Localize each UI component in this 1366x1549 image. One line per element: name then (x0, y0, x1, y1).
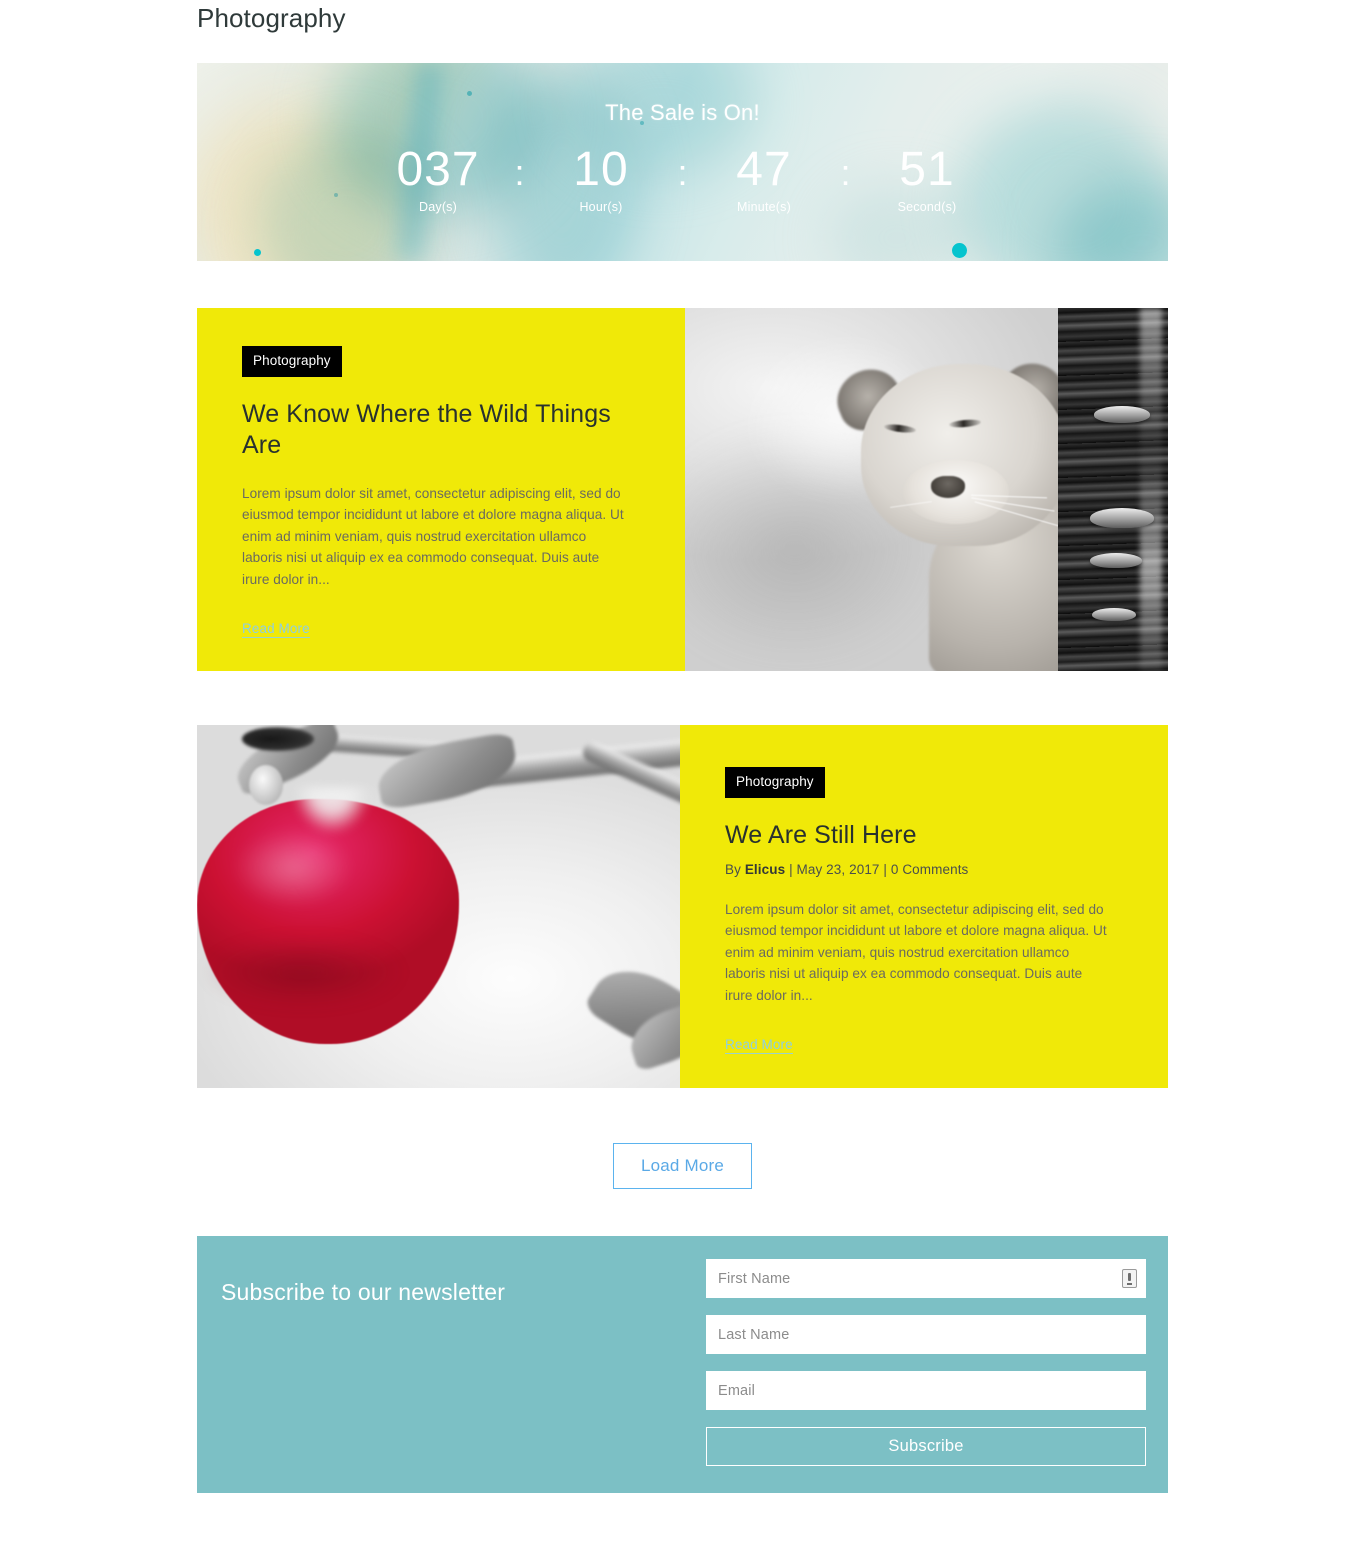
post-card[interactable]: Photography We Know Where the Wild Thing… (197, 308, 1168, 671)
post-image-lion-cub[interactable] (685, 308, 1168, 671)
post-date: May 23, 2017 (796, 861, 880, 877)
newsletter-section: Subscribe to our newsletter Subscribe (197, 1236, 1168, 1493)
email-input[interactable] (706, 1371, 1146, 1410)
countdown-days-label: Day(s) (418, 200, 457, 214)
autofill-contact-icon[interactable] (1122, 1269, 1137, 1288)
email-field (706, 1371, 1146, 1410)
tree-trunk-highlight (1140, 308, 1162, 671)
last-name-field (706, 1315, 1146, 1354)
sale-heading: The Sale is On! (605, 100, 760, 125)
newsletter-form: Subscribe (706, 1259, 1146, 1466)
countdown-minutes-value: 47 (736, 143, 792, 196)
post-title[interactable]: We Know Where the Wild Things Are (242, 399, 641, 461)
countdown-unit-seconds: 51 Second(s) (865, 143, 990, 215)
bracket-fungus (1092, 608, 1136, 621)
countdown-days-value: 037 (396, 143, 480, 196)
post-title[interactable]: We Are Still Here (725, 820, 1124, 851)
category-badge[interactable]: Photography (725, 767, 825, 798)
countdown-minutes-label: Minute(s) (737, 200, 791, 214)
post-card[interactable]: Photography We Are Still Here By Elicus … (197, 725, 1168, 1088)
countdown-seconds-label: Second(s) (897, 200, 957, 214)
post-card-text: Photography We Are Still Here By Elicus … (680, 725, 1168, 1088)
read-more-link[interactable]: Read More (242, 621, 310, 638)
post-meta-divider: | (789, 861, 793, 877)
page-title: Photography (197, 3, 346, 33)
apple-shadow (203, 937, 403, 1007)
post-comment-count[interactable]: 0 Comments (891, 862, 969, 877)
bracket-fungus (1090, 508, 1154, 528)
countdown-separator: : (677, 152, 688, 193)
post-author[interactable]: Elicus (745, 862, 785, 877)
read-more-link[interactable]: Read More (725, 1037, 793, 1054)
countdown-separator: : (514, 152, 525, 193)
countdown-timer: 037 Day(s) : 10 Hour(s) : 47 Minute(s) :… (197, 143, 1168, 215)
bracket-fungus (1094, 406, 1150, 423)
apple-highlight (233, 829, 353, 907)
countdown-hours-value: 10 (573, 143, 629, 196)
last-name-input[interactable] (706, 1315, 1146, 1354)
subscribe-button[interactable]: Subscribe (706, 1427, 1146, 1466)
post-image-red-apple[interactable] (197, 725, 680, 1088)
post-meta-by: By (725, 861, 741, 877)
load-more-container: Load More (197, 1143, 1168, 1189)
post-excerpt: Lorem ipsum dolor sit amet, consectetur … (725, 901, 1107, 1003)
countdown-unit-days: 037 Day(s) (376, 143, 501, 215)
load-more-button[interactable]: Load More (612, 1143, 753, 1189)
dark-twig (242, 727, 314, 751)
bracket-fungus (1090, 553, 1142, 568)
post-card-text: Photography We Know Where the Wild Thing… (197, 308, 685, 671)
post-meta: By Elicus | May 23, 2017 | 0 Comments (725, 862, 1124, 877)
first-name-field (706, 1259, 1146, 1298)
apple-stem-dip (293, 787, 371, 833)
post-excerpt: Lorem ipsum dolor sit amet, consectetur … (242, 485, 624, 587)
first-name-input[interactable] (706, 1259, 1146, 1298)
apple-stem (249, 765, 283, 805)
newsletter-title: Subscribe to our newsletter (221, 1279, 506, 1305)
countdown-unit-minutes: 47 Minute(s) (702, 143, 827, 215)
post-meta-divider: | (883, 861, 888, 877)
category-badge[interactable]: Photography (242, 346, 342, 377)
countdown-seconds-value: 51 (899, 143, 955, 196)
lion-nose (931, 476, 965, 498)
countdown-unit-hours: 10 Hour(s) (539, 143, 664, 215)
countdown-separator: : (840, 152, 851, 193)
countdown-banner: The Sale is On! 037 Day(s) : 10 Hour(s) … (197, 63, 1168, 261)
countdown-hours-label: Hour(s) (579, 200, 623, 214)
